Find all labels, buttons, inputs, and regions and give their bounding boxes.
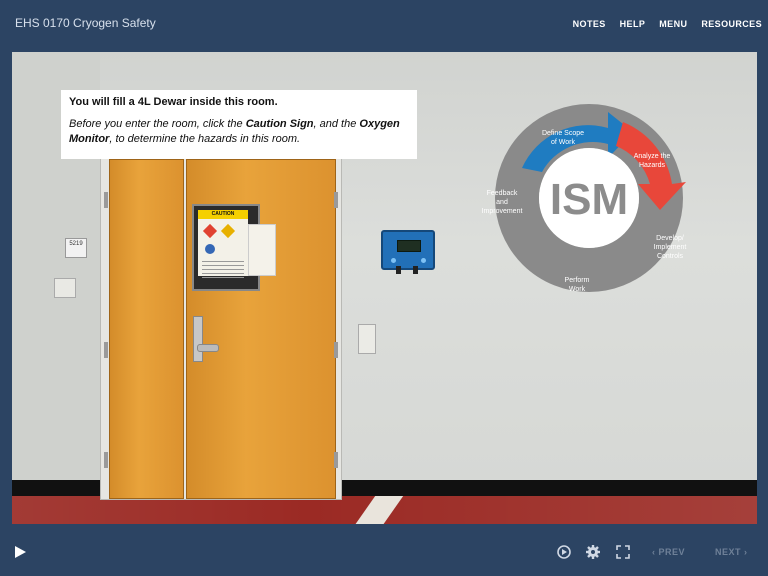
oxygen-monitor-connectors: [396, 266, 418, 274]
oxygen-monitor-led: [391, 258, 396, 263]
instruction-text: , and the: [313, 118, 360, 130]
instruction-headline: You will fill a 4L Dewar inside this roo…: [69, 96, 278, 108]
instruction-text: , to determine the hazards in this room.: [109, 133, 301, 145]
ism-step-develop: Develop/: [656, 235, 684, 242]
ppe-icon: [205, 244, 215, 254]
room-number-plate: 5219: [65, 238, 87, 258]
hazard-diamond-icon: [220, 223, 236, 239]
help-button[interactable]: HELP: [620, 19, 646, 29]
play-icon[interactable]: [13, 545, 27, 559]
door-hinge: [334, 452, 338, 468]
door-hinge: [104, 452, 108, 468]
ism-step-develop: Implement: [654, 244, 687, 251]
next-label: NEXT: [715, 547, 742, 557]
ism-step-perform: Perform: [565, 277, 590, 284]
thermostat: [54, 278, 76, 298]
top-bar: EHS 0170 Cryogen Safety NOTES HELP MENU …: [0, 0, 768, 48]
door-hinge: [104, 192, 108, 208]
ism-step-define-scope: Define Scope: [542, 130, 584, 137]
ism-step-perform: Work: [569, 286, 586, 293]
replay-icon[interactable]: [556, 544, 572, 560]
fullscreen-icon[interactable]: [615, 544, 631, 560]
chevron-right-icon: ›: [744, 547, 748, 557]
caution-sign[interactable]: CAUTION: [198, 210, 248, 281]
course-title: EHS 0170 Cryogen Safety: [15, 16, 156, 30]
caution-sign-text-lines: [202, 261, 244, 281]
ism-center-label: ISM: [550, 175, 628, 224]
settings-gear-icon[interactable]: [585, 544, 601, 560]
hazard-diamond-icon: [202, 223, 218, 239]
oxygen-monitor-led: [421, 258, 426, 263]
ism-step-feedback: Improvement: [482, 208, 523, 215]
resources-button[interactable]: RESOURCES: [701, 19, 762, 29]
menu-button[interactable]: MENU: [659, 19, 687, 29]
ism-cycle-diagram: ISM Define Scope of Work Analyze the Haz…: [482, 104, 687, 293]
door-hinge: [334, 192, 338, 208]
ism-step-feedback: and: [496, 199, 508, 206]
door-left: [109, 159, 184, 499]
ism-step-analyze: Hazards: [639, 162, 666, 169]
room-number: 5219: [69, 241, 83, 247]
instruction-text: Before you enter the room, click the: [69, 118, 246, 130]
instruction-body: Before you enter the room, click the Cau…: [69, 117, 409, 147]
ism-step-feedback: Feedback: [487, 190, 518, 197]
caution-sign-header: CAUTION: [198, 210, 248, 219]
caution-sign-symbols: [198, 219, 248, 261]
ism-step-define-scope: of Work: [551, 139, 575, 146]
door-handle: [193, 316, 203, 362]
next-button[interactable]: NEXT ›: [715, 547, 748, 557]
oxygen-monitor[interactable]: [381, 230, 435, 270]
door-hinge: [334, 342, 338, 358]
ism-step-analyze: Analyze the: [634, 153, 671, 160]
top-nav: NOTES HELP MENU RESOURCES: [573, 19, 762, 29]
instruction-caution-sign-text: Caution Sign: [245, 118, 314, 130]
chevron-left-icon: ‹: [652, 547, 656, 557]
notes-button[interactable]: NOTES: [573, 19, 606, 29]
slide-stage: 5219 CAUTION You will fill a 4L Dewar in…: [12, 52, 757, 524]
door-lever: [197, 344, 219, 352]
door-hinge: [104, 342, 108, 358]
prev-button[interactable]: ‹ PREV: [652, 547, 685, 557]
prev-label: PREV: [658, 547, 686, 557]
oxygen-monitor-display: [397, 240, 421, 252]
door-notice: [248, 224, 276, 276]
wall-switch-box: [358, 324, 376, 354]
instruction-callout: You will fill a 4L Dewar inside this roo…: [61, 90, 417, 159]
ism-step-develop: Controls: [657, 253, 684, 260]
